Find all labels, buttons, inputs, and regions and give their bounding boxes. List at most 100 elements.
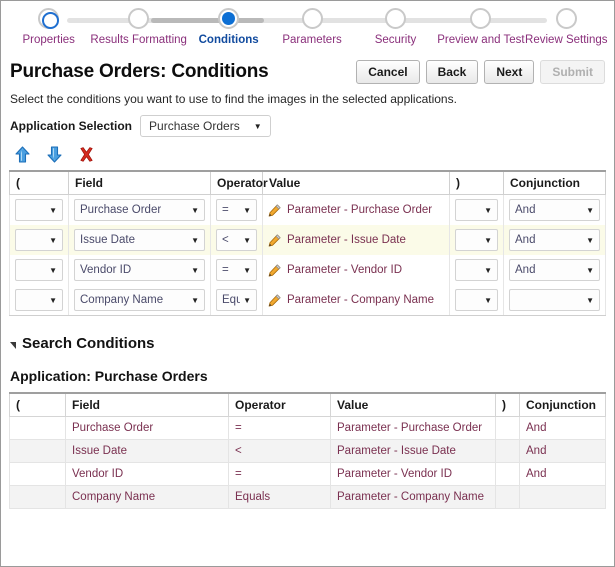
chevron-down-icon: ▼ (484, 205, 492, 215)
value-text: Parameter - Purchase Order (287, 204, 433, 216)
train-step-review-settings[interactable]: Review Settings (525, 1, 608, 46)
operator-value: = (222, 204, 229, 216)
search-conditions-toggle[interactable]: Search Conditions (1, 316, 614, 352)
value-display[interactable]: Parameter - Vendor ID (268, 263, 444, 277)
summary-table-row: Company Name Equals Parameter - Company Na… (9, 485, 606, 509)
summary-value-cell: Parameter - Issue Date (330, 439, 496, 463)
application-selection-dropdown[interactable]: Purchase Orders ▼ (140, 115, 271, 137)
summary-table-row: Vendor ID = Parameter - Vendor ID And (9, 462, 606, 486)
summary-value-cell: Parameter - Purchase Order (330, 416, 496, 440)
close-paren-dropdown[interactable]: ▼ (455, 199, 498, 221)
train-step-circle (128, 8, 150, 29)
next-button[interactable]: Next (484, 60, 535, 84)
summary-close-paren-cell (495, 439, 520, 463)
edit-pencil-icon[interactable] (268, 263, 281, 277)
summary-open-paren-cell (9, 462, 66, 486)
conditions-column-header: ( (9, 170, 69, 195)
open-paren-dropdown[interactable]: ▼ (15, 259, 63, 281)
operator-dropdown[interactable]: = ▼ (216, 259, 257, 281)
train-step-label: Preview and Test (437, 34, 525, 46)
close-paren-cell: ▼ (449, 194, 504, 225)
conditions-table-row[interactable]: ▼ Vendor ID ▼ = ▼ Parameter - Vendor ID ▼ And ▼ (9, 255, 606, 285)
conjunction-dropdown[interactable]: And ▼ (509, 229, 600, 251)
summary-value-cell: Parameter - Vendor ID (330, 462, 496, 486)
field-dropdown[interactable]: Issue Date ▼ (74, 229, 205, 251)
value-display[interactable]: Parameter - Purchase Order (268, 203, 444, 217)
field-dropdown[interactable]: Company Name ▼ (74, 289, 205, 311)
chevron-down-icon: ▼ (484, 235, 492, 245)
chevron-down-icon: ▼ (243, 235, 251, 245)
cancel-button[interactable]: Cancel (356, 60, 420, 84)
chevron-down-icon: ▼ (243, 295, 251, 305)
summary-conjunction-cell: And (519, 439, 606, 463)
operator-cell: Equals▼ (210, 285, 263, 316)
conditions-table-row[interactable]: ▼ Purchase Order ▼ = ▼ Parameter - Purchase O… (9, 194, 606, 225)
train-step-circle (301, 8, 323, 29)
field-value: Vendor ID (80, 264, 132, 276)
value-display[interactable]: Parameter - Company Name (268, 293, 444, 307)
chevron-down-icon: ▼ (586, 235, 594, 245)
open-paren-dropdown[interactable]: ▼ (15, 229, 63, 251)
chevron-down-icon: ▼ (49, 295, 57, 305)
open-paren-dropdown[interactable]: ▼ (15, 199, 63, 221)
summary-close-paren-cell (495, 416, 520, 440)
edit-pencil-icon[interactable] (268, 293, 281, 307)
train-step-circle (38, 8, 60, 29)
open-paren-dropdown[interactable]: ▼ (15, 289, 63, 311)
summary-field-cell: Company Name (65, 485, 229, 509)
summary-value-cell: Parameter - Company Name (330, 485, 496, 509)
conjunction-cell: ▼ (503, 285, 606, 316)
chevron-down-icon: ▼ (243, 265, 251, 275)
close-paren-dropdown[interactable]: ▼ (455, 289, 498, 311)
conjunction-dropdown[interactable]: And ▼ (509, 259, 600, 281)
conditions-table-row[interactable]: ▼ Issue Date ▼ < ▼ Parameter - Issue Date ▼ And… (9, 225, 606, 255)
operator-dropdown[interactable]: Equals▼ (216, 289, 257, 311)
close-paren-dropdown[interactable]: ▼ (455, 229, 498, 251)
summary-application-label: Application: Purchase Orders (10, 368, 208, 384)
conjunction-dropdown[interactable]: And ▼ (509, 199, 600, 221)
summary-column-header: ) (495, 392, 520, 417)
summary-operator-cell: < (228, 439, 331, 463)
chevron-down-icon: ▼ (49, 205, 57, 215)
close-paren-dropdown[interactable]: ▼ (455, 259, 498, 281)
operator-cell: = ▼ (210, 194, 263, 225)
move-down-icon[interactable] (46, 146, 63, 163)
value-display[interactable]: Parameter - Issue Date (268, 233, 444, 247)
move-up-icon[interactable] (14, 146, 31, 163)
train-step-parameters[interactable]: Parameters (270, 1, 353, 46)
value-text: Parameter - Company Name (287, 294, 434, 306)
conjunction-dropdown[interactable]: ▼ (509, 289, 600, 311)
operator-dropdown[interactable]: = ▼ (216, 199, 257, 221)
delete-icon[interactable] (78, 146, 95, 163)
summary-open-paren-cell (9, 485, 66, 509)
train-step-circle (384, 8, 406, 29)
conditions-table-container: (Field Operator Value) Conjunction ▼ Purchas… (1, 170, 614, 316)
chevron-down-icon: ▼ (484, 295, 492, 305)
edit-pencil-icon[interactable] (268, 233, 281, 247)
summary-close-paren-cell (495, 462, 520, 486)
chevron-down-icon: ▼ (586, 295, 594, 305)
summary-open-paren-cell (9, 416, 66, 440)
field-dropdown[interactable]: Vendor ID ▼ (74, 259, 205, 281)
chevron-down-icon: ▼ (586, 265, 594, 275)
edit-pencil-icon[interactable] (268, 203, 281, 217)
train-step-preview-and-test[interactable]: Preview and Test (437, 1, 525, 46)
chevron-down-icon: ▼ (586, 205, 594, 215)
train-step-properties[interactable]: Properties (7, 1, 90, 46)
back-button[interactable]: Back (425, 60, 479, 84)
field-dropdown[interactable]: Purchase Order ▼ (74, 199, 205, 221)
train-step-security[interactable]: Security (354, 1, 437, 46)
open-paren-cell: ▼ (9, 285, 69, 316)
search-conditions-table: (Field Operator Value) Conjunction Purchase… (9, 392, 606, 509)
summary-field-cell: Issue Date (65, 439, 229, 463)
summary-conjunction-cell (519, 485, 606, 509)
operator-dropdown[interactable]: < ▼ (216, 229, 257, 251)
summary-column-header: Operator (228, 392, 331, 417)
train-step-conditions[interactable]: Conditions (187, 1, 270, 46)
summary-operator-cell: = (228, 416, 331, 440)
conditions-table-row[interactable]: ▼ Company Name▼ Equals▼ Parameter - Company… (9, 285, 606, 316)
train-step-label: Properties (22, 34, 75, 46)
train-step-results-formatting[interactable]: Results Formatting (90, 1, 187, 46)
open-paren-cell: ▼ (9, 255, 69, 285)
chevron-down-icon: ▼ (49, 265, 57, 275)
